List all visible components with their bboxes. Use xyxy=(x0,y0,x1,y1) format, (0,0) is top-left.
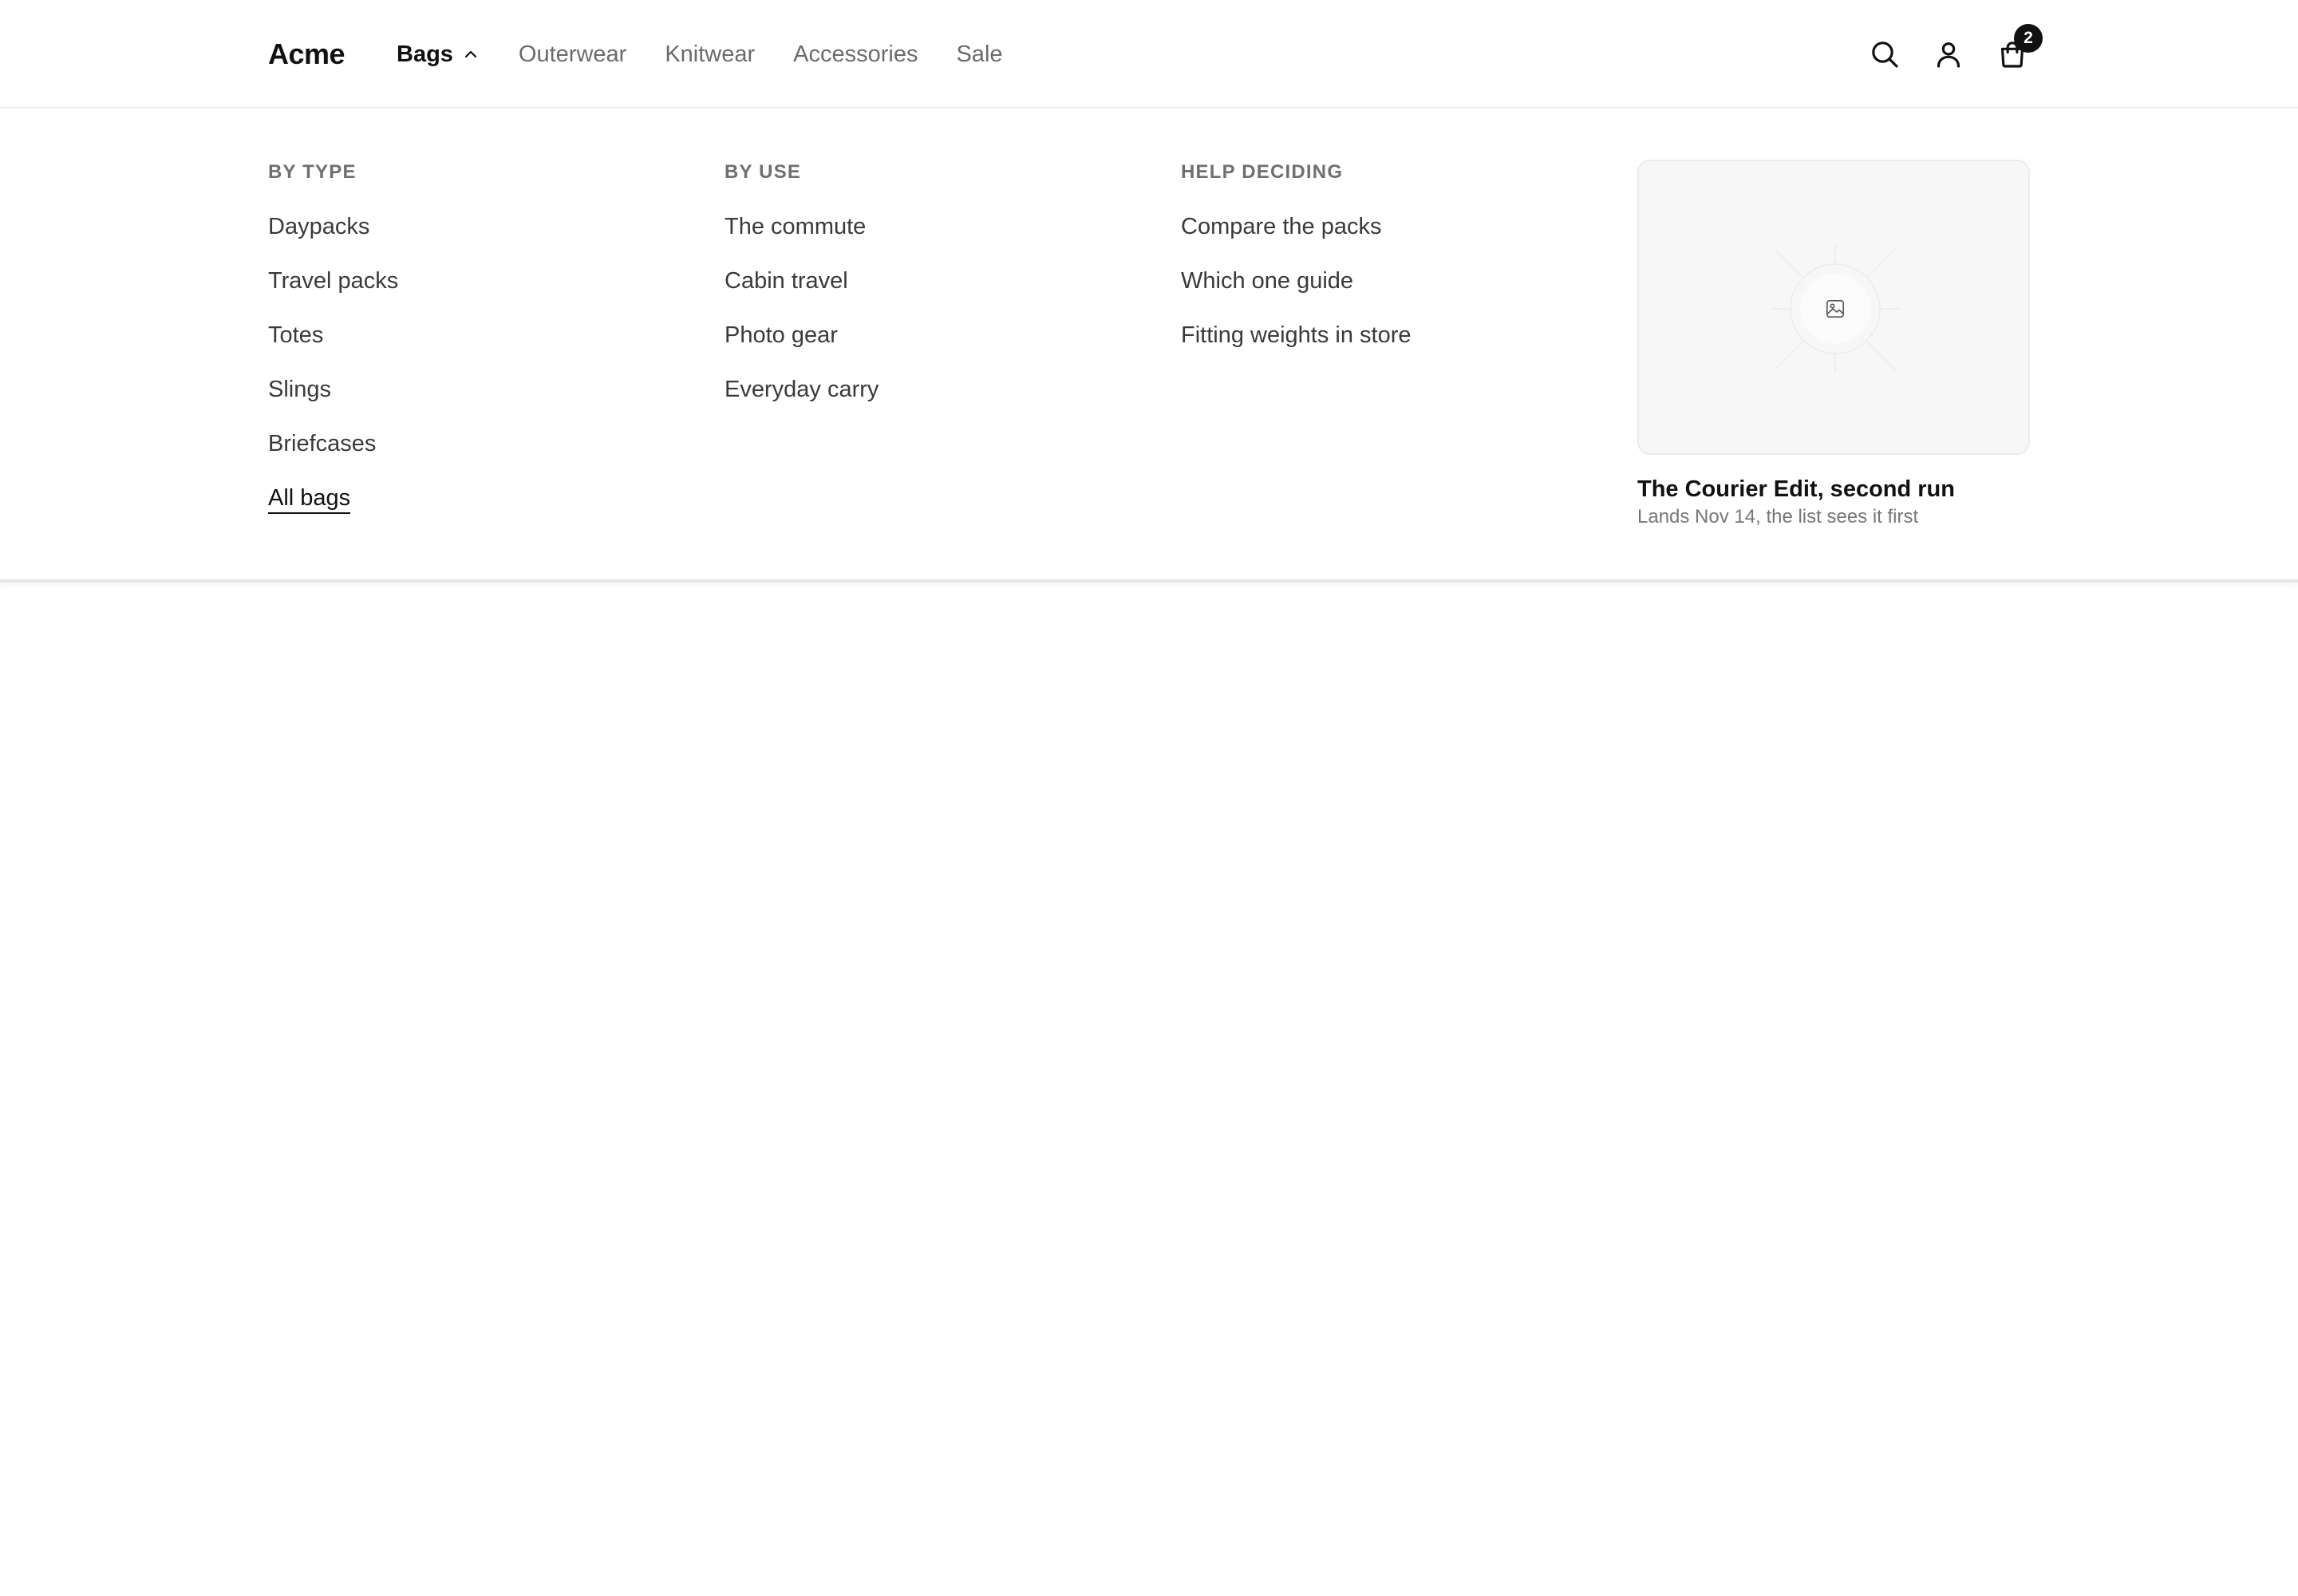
menu-link-fitting-weights[interactable]: Fitting weights in store xyxy=(1181,308,1412,362)
logo[interactable]: Acme xyxy=(268,34,345,75)
menu-link-which-one-guide[interactable]: Which one guide xyxy=(1181,254,1412,308)
menu-column-by-use: By use The commute Cabin travel Photo ge… xyxy=(725,160,879,417)
account-button[interactable] xyxy=(1931,37,1966,72)
feature-subtitle: Lands Nov 14, the list sees it first xyxy=(1637,506,1919,527)
image-placeholder-icon xyxy=(1771,245,1899,373)
all-bags-link[interactable]: All bags xyxy=(268,484,351,514)
menu-link-the-commute[interactable]: The commute xyxy=(725,200,879,254)
menu-link-photo-gear[interactable]: Photo gear xyxy=(725,308,879,362)
nav-item-label: Knitwear xyxy=(665,41,756,67)
header-actions: 2 xyxy=(1838,24,2043,73)
link-list: The commute Cabin travel Photo gear Ever… xyxy=(725,200,879,417)
menu-column-help-deciding: Help deciding Compare the packs Which on… xyxy=(1181,160,1412,362)
menu-link-briefcases[interactable]: Briefcases xyxy=(268,417,398,471)
column-heading: By type xyxy=(268,161,357,183)
nav-item-sale[interactable]: Sale xyxy=(956,34,1002,75)
search-icon xyxy=(1872,41,1898,68)
menu-link-compare-packs[interactable]: Compare the packs xyxy=(1181,200,1412,254)
main-nav: Bags Outerwear Knitwear Accessories Sale xyxy=(397,34,1041,75)
menu-link-everyday-carry[interactable]: Everyday carry xyxy=(725,362,879,417)
nav-item-label: Sale xyxy=(956,41,1003,67)
menu-link-totes[interactable]: Totes xyxy=(268,308,398,362)
nav-item-bags[interactable]: Bags xyxy=(397,34,480,75)
column-heading: Help deciding xyxy=(1181,161,1344,183)
nav-item-label: Bags xyxy=(397,41,453,67)
featured-image[interactable] xyxy=(1637,160,2030,455)
nav-item-knitwear[interactable]: Knitwear xyxy=(665,34,755,75)
featured-promo: The Courier Edit, second run Lands Nov 1… xyxy=(1637,160,2030,530)
column-heading: By use xyxy=(725,161,802,183)
link-list: Compare the packs Which one guide Fittin… xyxy=(1181,200,1412,362)
menu-link-cabin-travel[interactable]: Cabin travel xyxy=(725,254,879,308)
menu-link-travel-packs[interactable]: Travel packs xyxy=(268,254,398,308)
link-list: Daypacks Travel packs Totes Slings Brief… xyxy=(268,200,398,471)
bags-mega-menu: By type Daypacks Travel packs Totes Slin… xyxy=(0,109,2298,583)
site-header: Acme Bags Outerwear Knitwear Accessories… xyxy=(0,0,2298,109)
menu-column-by-type: By type Daypacks Travel packs Totes Slin… xyxy=(268,160,398,514)
nav-item-outerwear[interactable]: Outerwear xyxy=(519,34,626,75)
search-button[interactable] xyxy=(1867,37,1902,72)
user-icon xyxy=(1937,42,1960,68)
feature-title[interactable]: The Courier Edit, second run xyxy=(1637,474,2030,504)
cart-count-badge: 2 xyxy=(2014,24,2043,53)
cart-button[interactable]: 2 xyxy=(1995,24,2043,72)
menu-link-slings[interactable]: Slings xyxy=(268,362,398,417)
nav-item-label: Accessories xyxy=(793,41,918,67)
chevron-up-icon xyxy=(464,50,477,58)
menu-link-daypacks[interactable]: Daypacks xyxy=(268,200,398,254)
nav-item-label: Outerwear xyxy=(518,41,627,67)
nav-item-accessories[interactable]: Accessories xyxy=(793,34,918,75)
